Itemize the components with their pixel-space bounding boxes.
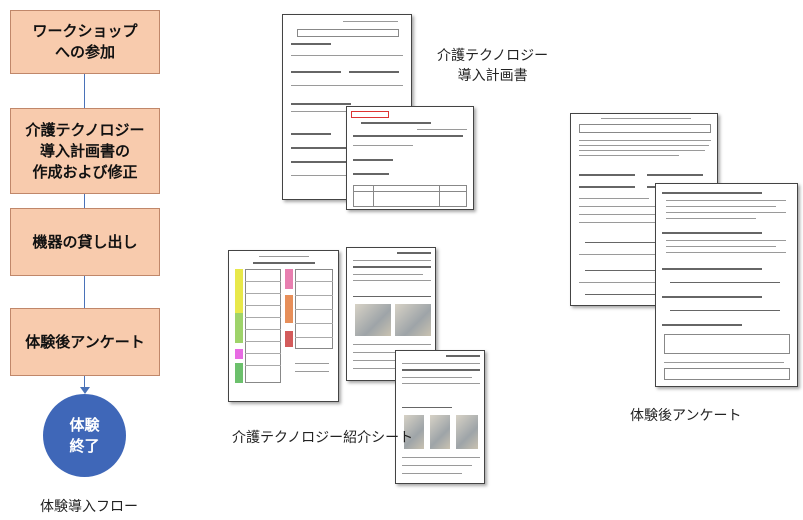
intro-caption: 介護テクノロジー紹介シート (232, 430, 414, 446)
flow-step-plan: 介護テクノロジー 導入計画書の 作成および修正 (10, 108, 160, 194)
flow-step-workshop-line2: への参加 (54, 43, 115, 61)
plan-caption: 介護テクノロジー 導入計画書 (437, 46, 548, 86)
flow-end-line2: 終了 (69, 436, 100, 455)
flow-caption: 体験導入フロー (40, 499, 138, 515)
survey-page-2 (655, 183, 798, 387)
intro-sheet-list (228, 250, 339, 402)
flow-step-workshop: ワークショップ への参加 (10, 10, 160, 74)
flow-end-circle: 体験 終了 (43, 394, 126, 477)
flow-connector-2 (84, 194, 86, 208)
flow-step-lending: 機器の貸し出し (10, 208, 160, 276)
plan-caption-line2: 導入計画書 (457, 68, 528, 84)
flow-step-plan-line1: 介護テクノロジー (25, 120, 145, 139)
flow-step-workshop-line1: ワークショップ (32, 22, 138, 40)
flow-step-survey: 体験後アンケート (10, 308, 160, 376)
flow-connector-1 (84, 74, 86, 108)
flow-step-plan-line3: 作成および修正 (32, 162, 138, 181)
flow-step-lending-label: 機器の貸し出し (32, 232, 138, 251)
flow-end-line1: 体験 (69, 415, 100, 434)
flow-arrowhead (80, 387, 90, 394)
flow-connector-3 (84, 276, 86, 308)
flow-step-survey-label: 体験後アンケート (25, 332, 145, 351)
plan-document-front (346, 106, 474, 210)
intro-sheet-product-2 (395, 350, 485, 484)
survey-caption: 体験後アンケート (630, 408, 742, 424)
flow-step-plan-line2: 導入計画書の (39, 141, 130, 160)
plan-caption-line1: 介護テクノロジー (437, 48, 549, 64)
